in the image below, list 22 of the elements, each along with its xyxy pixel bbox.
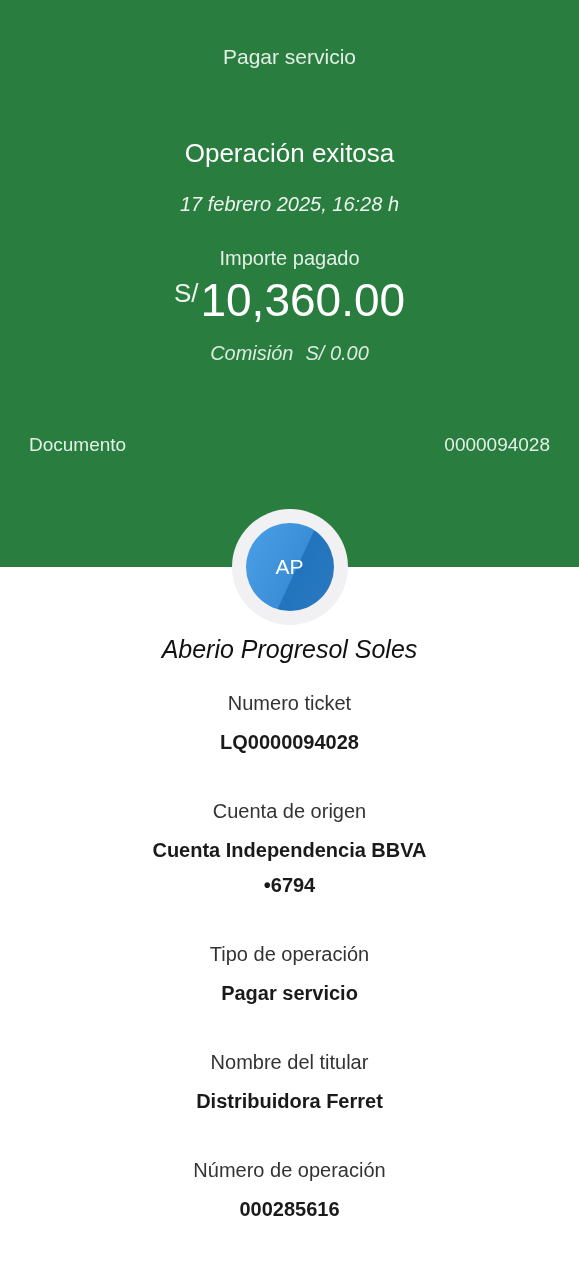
- currency-symbol: S/: [173, 278, 199, 309]
- detail-value: 000285616: [239, 1197, 340, 1222]
- date-time: 17 febrero 2025, 16:28 h: [179, 193, 400, 216]
- commission-value: S/ 0.00: [305, 342, 369, 365]
- detail-value: Distribuidora Ferret: [196, 1089, 383, 1114]
- detail-label: Tipo de operación: [209, 943, 370, 966]
- commission-label: Comisión: [210, 342, 294, 365]
- payee-name: Aberio Progresol Soles: [159, 635, 419, 664]
- detail-label: Numero ticket: [227, 692, 352, 715]
- detail-value: Cuenta Independencia BBVA •6794: [151, 838, 428, 898]
- avatar-initials: AP: [245, 523, 334, 611]
- amount-value: 10,360.00: [200, 274, 406, 326]
- detail-label: Nombre del titular: [210, 1051, 369, 1074]
- detail-label: Cuenta de origen: [212, 800, 367, 823]
- detail-value: LQ0000094028: [220, 730, 359, 755]
- document-value: 0000094028: [444, 434, 550, 456]
- status-title: Operación exitosa: [184, 138, 395, 169]
- screen-title: Pagar servicio: [222, 45, 357, 69]
- detail-label: Número de operación: [193, 1159, 386, 1182]
- detail-value: Pagar servicio: [221, 981, 358, 1006]
- amount-label: Importe pagado: [219, 247, 360, 270]
- document-label: Documento: [29, 434, 127, 456]
